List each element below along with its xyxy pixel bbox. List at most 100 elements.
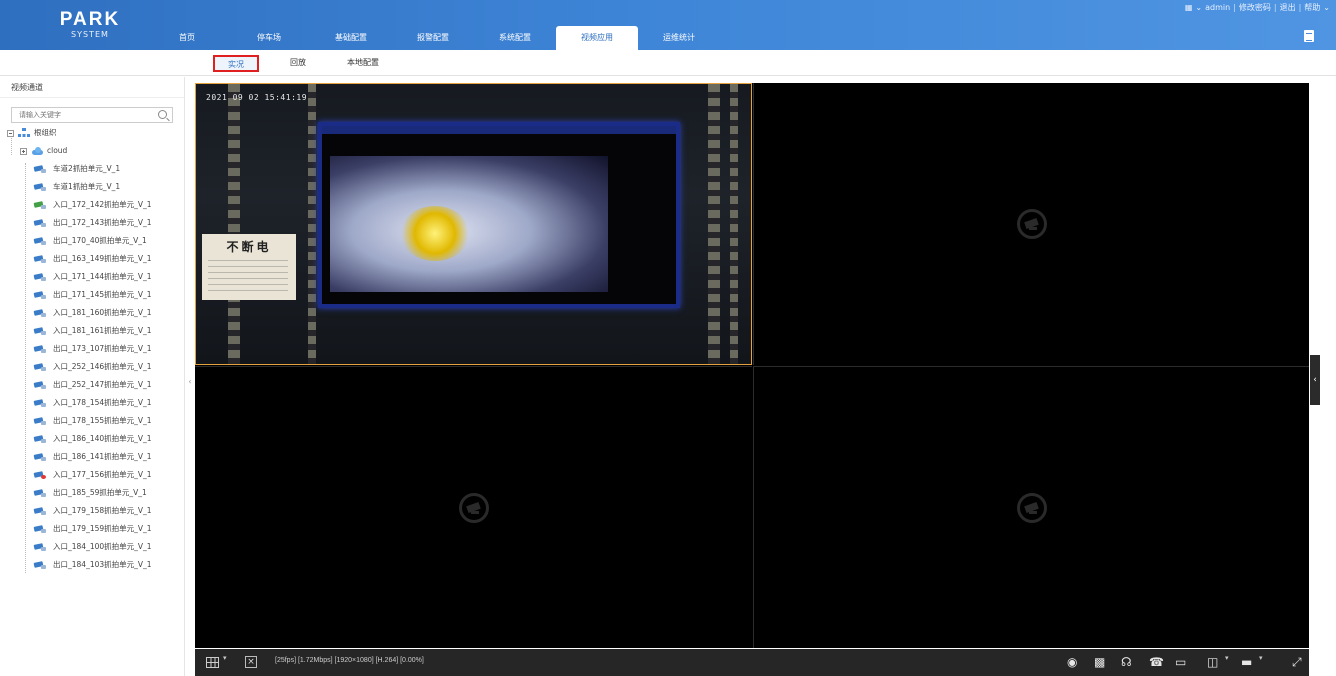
expand-icon[interactable]: [20, 147, 27, 155]
record-button[interactable]: ▩: [1094, 655, 1105, 670]
channel-item[interactable]: 入口_171_144抓拍单元_V_1: [34, 269, 152, 285]
channel-item[interactable]: 出口_178_155抓拍单元_V_1: [34, 413, 152, 429]
username[interactable]: admin: [1205, 3, 1230, 12]
channel-item[interactable]: 入口_172_142抓拍单元_V_1: [34, 197, 152, 213]
chevron-down-icon[interactable]: ▾: [1225, 654, 1229, 662]
scene-pillar: [228, 84, 240, 364]
main-nav: 首页 停车场 基础配置 报警配置 系统配置 视频应用 运维统计: [146, 26, 720, 50]
chevron-down-icon[interactable]: ⌄: [1195, 3, 1202, 12]
menu-grid-icon[interactable]: ▦: [1185, 3, 1193, 12]
channel-item[interactable]: 出口_185_59抓拍单元_V_1: [34, 485, 147, 501]
tab-ops-stats[interactable]: 运维统计: [638, 26, 720, 50]
channel-item[interactable]: 出口_179_159抓拍单元_V_1: [34, 521, 152, 537]
divider: |: [1233, 3, 1236, 12]
channel-label: 出口_179_159抓拍单元_V_1: [53, 524, 152, 533]
sign-text: 不断电: [226, 240, 272, 254]
camera-icon: [34, 237, 48, 246]
subtab-local-config[interactable]: 本地配置: [335, 55, 391, 72]
channel-item[interactable]: 出口_173_107抓拍单元_V_1: [34, 341, 152, 357]
camera-icon: ◉: [1067, 655, 1078, 669]
tab-system-config[interactable]: 系统配置: [474, 26, 556, 50]
cloud-icon: [31, 146, 44, 156]
logout-link[interactable]: 退出: [1280, 2, 1296, 13]
subtab-playback[interactable]: 回放: [278, 55, 318, 72]
channel-item[interactable]: 车道2抓拍单元_V_1: [34, 161, 120, 177]
channel-item[interactable]: 入口_181_161抓拍单元_V_1: [34, 323, 152, 339]
video-window-1[interactable]: 不断电 2021 09 02 15:41:19: [195, 83, 752, 365]
intercom-icon: ☎: [1149, 655, 1164, 669]
channel-label: 入口_184_100抓拍单元_V_1: [53, 542, 152, 551]
channel-item[interactable]: 出口_184_103抓拍单元_V_1: [34, 557, 152, 573]
channel-item[interactable]: 入口_181_160抓拍单元_V_1: [34, 305, 152, 321]
video-window-2[interactable]: [753, 83, 1309, 365]
window-ratio-button[interactable]: ▬: [1241, 655, 1252, 670]
close-all-button[interactable]: ×: [245, 655, 257, 670]
sign-body: [208, 260, 288, 294]
change-password-link[interactable]: 修改密码: [1239, 2, 1271, 13]
talk-button[interactable]: ☎: [1149, 655, 1164, 670]
channel-label: 出口_184_103抓拍单元_V_1: [53, 560, 152, 569]
collapse-right-panel-handle[interactable]: ‹: [1310, 355, 1320, 405]
channel-label: 出口_171_145抓拍单元_V_1: [53, 290, 152, 299]
document-icon[interactable]: [1304, 30, 1314, 42]
chevron-down-icon[interactable]: ▾: [1259, 654, 1263, 662]
window-ratio-icon: ▬: [1241, 655, 1253, 669]
search-input[interactable]: [12, 108, 152, 122]
camera-placeholder-icon: [1016, 209, 1047, 239]
channel-item[interactable]: 出口_172_143抓拍单元_V_1: [34, 215, 152, 231]
channel-label: 车道2抓拍单元_V_1: [53, 164, 121, 173]
channel-item[interactable]: 出口_170_40抓拍单元_V_1: [34, 233, 147, 249]
stream-button[interactable]: ◫: [1207, 655, 1218, 670]
snapshot-button[interactable]: ◉: [1067, 655, 1077, 670]
help-link[interactable]: 帮助: [1304, 2, 1320, 13]
tab-basic-config[interactable]: 基础配置: [310, 26, 392, 50]
audio-button[interactable]: ☊: [1121, 655, 1132, 670]
scene-pillar: [308, 84, 316, 364]
divider: [0, 97, 184, 98]
camera-icon: [34, 435, 48, 444]
organization-icon: [18, 128, 30, 138]
chevron-down-icon[interactable]: ⌄: [1323, 3, 1330, 12]
logo-title: PARK: [59, 9, 121, 30]
camera-icon: [34, 201, 48, 210]
channel-item[interactable]: 出口_186_141抓拍单元_V_1: [34, 449, 152, 465]
camera-icon: [34, 327, 48, 336]
channel-item[interactable]: 入口_178_154抓拍单元_V_1: [34, 395, 152, 411]
channel-item[interactable]: 入口_179_158抓拍单元_V_1: [34, 503, 152, 519]
search-icon[interactable]: [158, 110, 167, 119]
channel-item[interactable]: 入口_177_156抓拍单元_V_1: [34, 467, 152, 483]
channel-item[interactable]: 入口_184_100抓拍单元_V_1: [34, 539, 152, 555]
camera-icon: [34, 291, 48, 300]
channel-item[interactable]: 出口_163_149抓拍单元_V_1: [34, 251, 152, 267]
channel-label: 出口_185_59抓拍单元_V_1: [53, 488, 147, 497]
tab-video-app[interactable]: 视频应用: [556, 26, 638, 50]
camera-icon: [34, 363, 48, 372]
fullscreen-button[interactable]: ⤢: [1292, 655, 1302, 670]
divider: |: [1298, 3, 1302, 12]
channel-item[interactable]: 入口_252_146抓拍单元_V_1: [34, 359, 152, 375]
tab-parking[interactable]: 停车场: [228, 26, 310, 50]
camera-icon: [34, 507, 48, 516]
tree-group[interactable]: cloud: [20, 143, 67, 159]
camera-icon: [34, 273, 48, 282]
collapse-sidebar-handle[interactable]: ‹: [186, 372, 194, 392]
chevron-down-icon[interactable]: ▾: [223, 654, 227, 662]
record-icon: ▩: [1094, 655, 1106, 669]
grid-layout-button[interactable]: [206, 655, 219, 670]
channel-item[interactable]: 出口_171_145抓拍单元_V_1: [34, 287, 152, 303]
tab-alarm-config[interactable]: 报警配置: [392, 26, 474, 50]
video-window-4[interactable]: [753, 366, 1309, 648]
display-button[interactable]: ▭: [1175, 655, 1186, 670]
channel-label: 入口_171_144抓拍单元_V_1: [53, 272, 152, 281]
tab-home[interactable]: 首页: [146, 26, 228, 50]
video-window-3[interactable]: [195, 366, 752, 648]
channel-item[interactable]: 出口_252_147抓拍单元_V_1: [34, 377, 152, 393]
collapse-icon[interactable]: [7, 129, 14, 137]
channel-item[interactable]: 车道1抓拍单元_V_1: [34, 179, 120, 195]
subtab-live[interactable]: 实况: [213, 55, 259, 72]
camera-icon: [34, 165, 48, 174]
tree-root[interactable]: 根组织: [7, 125, 57, 141]
app-logo: PARK SYSTEM: [55, 9, 125, 40]
channel-item[interactable]: 入口_186_140抓拍单元_V_1: [34, 431, 152, 447]
grid-layout-icon: [206, 657, 219, 668]
